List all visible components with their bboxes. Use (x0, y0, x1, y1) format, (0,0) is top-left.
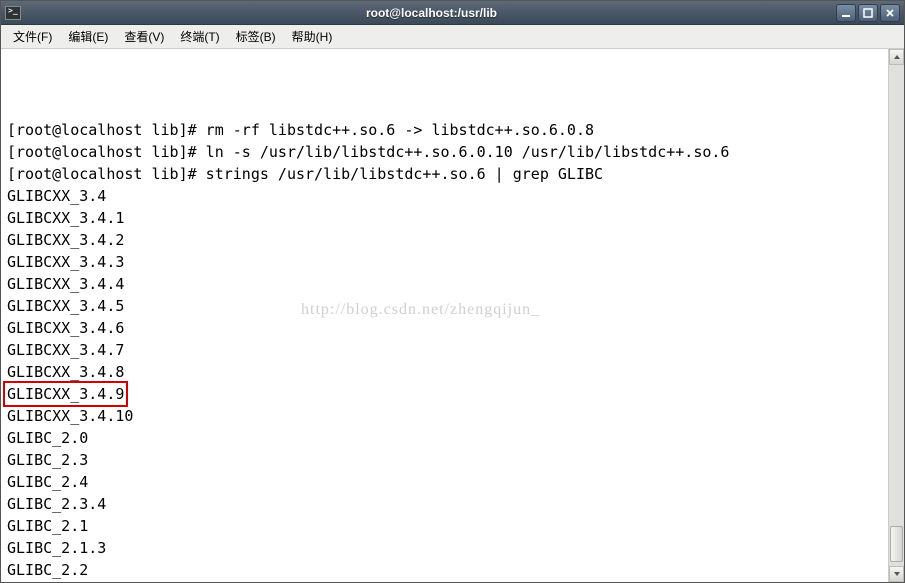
terminal-line: GLIBCXX_3.4.1 (7, 207, 882, 229)
terminal-line: GLIBCXX_3.4.6 (7, 317, 882, 339)
scroll-down-button[interactable] (889, 566, 904, 582)
terminal-line: GLIBCXX_3.4 (7, 185, 882, 207)
window-title: root@localhost:/usr/lib (27, 6, 836, 20)
scroll-track[interactable] (889, 65, 904, 566)
terminal-line: [root@localhost lib]# ln -s /usr/lib/lib… (7, 141, 882, 163)
terminal-line: GLIBC_2.0 (7, 427, 882, 449)
menu-help[interactable]: 帮助(H) (284, 26, 341, 47)
terminal-line: GLIBCXX_3.4.2 (7, 229, 882, 251)
terminal-line: GLIBC_2.1 (7, 515, 882, 537)
terminal-line: GLIBC_2.2 (7, 559, 882, 581)
terminal-line: GLIBCXX_3.4.5 (7, 295, 882, 317)
terminal-line: GLIBCXX_3.4.7 (7, 339, 882, 361)
terminal-line: GLIBCXX_3.4.3 (7, 251, 882, 273)
terminal-line: GLIBCXX_3.4.10 (7, 405, 882, 427)
titlebar[interactable]: root@localhost:/usr/lib (1, 1, 904, 25)
terminal-line: GLIBC_2.3.4 (7, 493, 882, 515)
terminal-line: GLIBCXX_3.4.9 (7, 383, 882, 405)
scrollbar (888, 49, 904, 582)
scroll-thumb[interactable] (890, 526, 903, 562)
menu-tabs[interactable]: 标签(B) (228, 26, 284, 47)
terminal-area: http://blog.csdn.net/zhengqijun_ [root@l… (1, 49, 904, 582)
menubar: 文件(F) 编辑(E) 查看(V) 终端(T) 标签(B) 帮助(H) (1, 25, 904, 49)
terminal-line: GLIBCXX_3.4.8 (7, 361, 882, 383)
terminal-line: GLIBCXX_3.4.4 (7, 273, 882, 295)
minimize-button[interactable] (836, 4, 856, 22)
terminal-line: GLIBC_2.4 (7, 471, 882, 493)
terminal-output[interactable]: http://blog.csdn.net/zhengqijun_ [root@l… (1, 49, 888, 582)
terminal-line: GLIBCXX_FORCE_NEW (7, 581, 882, 582)
terminal-window: root@localhost:/usr/lib 文件(F) 编辑(E) 查看(V… (0, 0, 905, 583)
terminal-icon (5, 6, 21, 20)
menu-file[interactable]: 文件(F) (5, 26, 60, 47)
highlighted-line: GLIBCXX_3.4.9 (3, 381, 128, 407)
terminal-line: [root@localhost lib]# rm -rf libstdc++.s… (7, 119, 882, 141)
menu-edit[interactable]: 编辑(E) (60, 26, 116, 47)
maximize-button[interactable] (858, 4, 878, 22)
menu-view[interactable]: 查看(V) (116, 26, 172, 47)
terminal-line: GLIBC_2.3 (7, 449, 882, 471)
scroll-up-button[interactable] (889, 49, 904, 65)
close-button[interactable] (880, 4, 900, 22)
menu-terminal[interactable]: 终端(T) (172, 26, 227, 47)
terminal-line: GLIBC_2.1.3 (7, 537, 882, 559)
window-controls (836, 4, 900, 22)
terminal-line: [root@localhost lib]# strings /usr/lib/l… (7, 163, 882, 185)
